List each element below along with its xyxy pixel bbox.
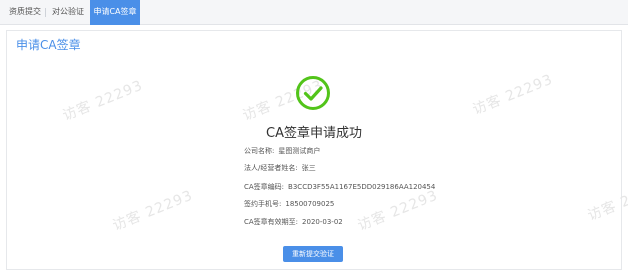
tab-corporate-verify[interactable]: 对公验证 xyxy=(48,0,88,24)
info-legal-person: 法人/经营者姓名: 张三 xyxy=(244,163,316,173)
info-value: B3CCD3F55A1167E5DD029186AA120454 xyxy=(288,183,436,191)
resubmit-verification-button[interactable]: 重新提交验证 xyxy=(283,246,343,262)
success-message: CA签章申请成功 xyxy=(266,126,362,141)
tab-divider xyxy=(45,8,46,17)
info-phone: 签约手机号: 18500709025 xyxy=(244,199,334,209)
info-label: 公司名称: xyxy=(244,147,275,155)
info-company-name: 公司名称: 星图测试商户 xyxy=(244,146,320,156)
check-circle-icon xyxy=(296,76,330,110)
tab-qualification-submit[interactable]: 资质提交 xyxy=(8,0,42,24)
page-title: 申请CA签章 xyxy=(16,38,81,52)
info-value: 张三 xyxy=(301,164,316,172)
tab-bar: 资质提交 对公验证 申请CA签章 xyxy=(0,0,628,25)
info-value: 2020-03-02 xyxy=(302,218,343,226)
info-ca-code: CA签章编码: B3CCD3F55A1167E5DD029186AA120454 xyxy=(244,182,435,192)
info-label: 法人/经营者姓名: xyxy=(244,164,298,172)
info-expiry: CA签章有效期至: 2020-03-02 xyxy=(244,217,343,227)
tab-apply-ca-seal[interactable]: 申请CA签章 xyxy=(90,0,140,25)
info-label: CA签章有效期至: xyxy=(244,218,299,226)
info-value: 18500709025 xyxy=(285,200,335,208)
info-label: 签约手机号: xyxy=(244,200,282,208)
info-value: 星图测试商户 xyxy=(278,147,321,155)
info-label: CA签章编码: xyxy=(244,183,285,191)
